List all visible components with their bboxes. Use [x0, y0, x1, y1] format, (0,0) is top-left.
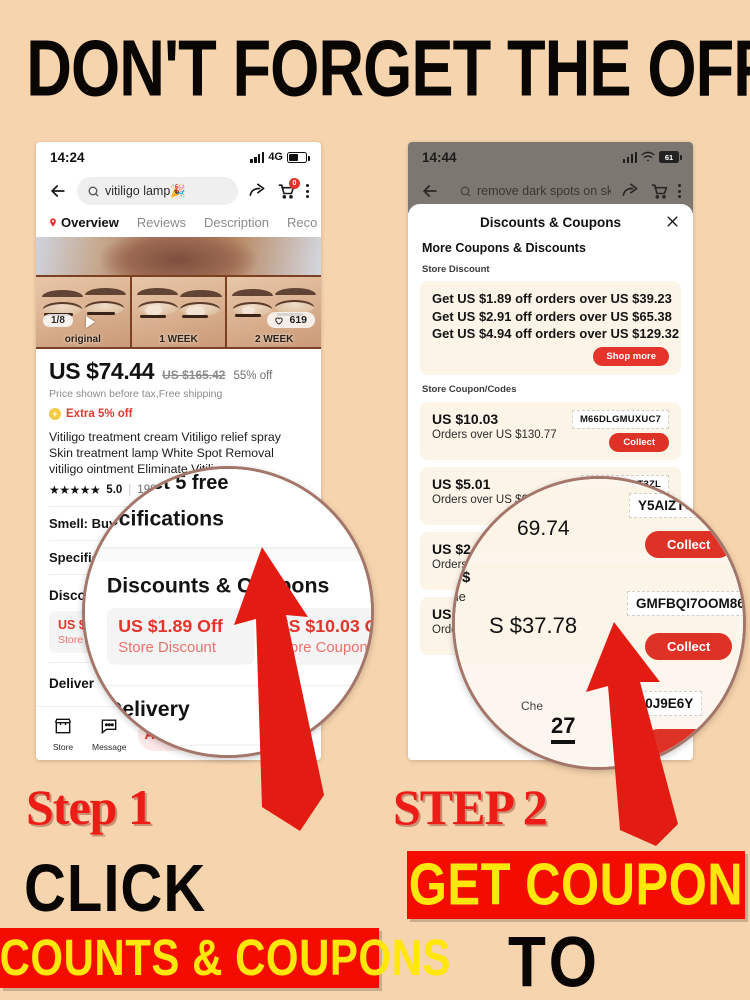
status-time: 14:24	[50, 149, 85, 165]
search-icon	[88, 186, 99, 196]
current-price: US $74.44	[49, 358, 155, 384]
store-discount-label: Store Discount	[422, 264, 490, 275]
step2-arrow-icon	[586, 622, 678, 846]
sheet-subtitle: More Coupons & Discounts	[422, 241, 586, 255]
price-note: Price shown before tax,Free shipping	[49, 388, 223, 400]
magnified-coupon-amount: US $2.01	[455, 495, 500, 512]
tab-overview-label: Overview	[61, 215, 119, 230]
product-gallery[interactable]: 1/8 original 1 WEEK 619 2 WEEK	[36, 237, 321, 349]
battery-icon: 61	[659, 151, 682, 163]
tab-overview[interactable]: Overview	[48, 215, 119, 230]
magnified-coupon-condition: Orders ov	[452, 515, 495, 530]
step2-action: TO BUY	[508, 923, 601, 1000]
coin-icon: +	[49, 408, 61, 420]
heart-icon	[275, 317, 284, 325]
poster-root: DON'T FORGET THE OFFERS 14:24 4G vitilig…	[0, 0, 750, 1000]
step2-label: STEP 2	[393, 779, 548, 835]
store-label: Store	[52, 741, 74, 752]
gallery-counter: 1/8	[43, 314, 73, 327]
step1-banner-label: DISCOUNTS & COUPONS	[0, 928, 451, 987]
magnified-coupon-code[interactable]: Y5AIZTOOT3ZL	[629, 493, 743, 518]
store-discount-line: Get US $2.91 off orders over US $65.38	[432, 308, 672, 324]
coupon-row: US $10.03 Orders over US $130.77 M66DLGM…	[420, 401, 681, 460]
search-icon	[460, 186, 471, 196]
magnified-coupon-condition-tail: 69.74	[517, 517, 570, 540]
store-discount-card: Get US $1.89 off orders over US $39.23 G…	[420, 281, 681, 375]
cart-icon[interactable]	[649, 181, 669, 201]
magnified-delivery-title: Delivery	[106, 697, 190, 722]
shop-more-button[interactable]: Shop more	[593, 346, 669, 366]
step1-banner: DISCOUNTS & COUPONS	[0, 928, 450, 988]
tab-reviews[interactable]: Reviews	[137, 215, 186, 230]
kebab-menu-icon[interactable]	[305, 184, 309, 198]
original-price: US $165.42	[162, 368, 226, 382]
signal-icon	[622, 151, 637, 163]
step1-action: CLICK	[24, 851, 207, 926]
share-icon[interactable]	[620, 181, 640, 201]
battery-icon	[287, 151, 310, 163]
status-bar: 14:44 61	[408, 142, 693, 172]
gallery-cell-label: original	[64, 334, 101, 345]
signal-icon	[250, 151, 265, 163]
play-icon[interactable]	[86, 316, 95, 328]
magnified-collect-button[interactable]: Collect	[645, 531, 733, 558]
coupon-code[interactable]: M66DLGMUXUC7	[571, 409, 669, 429]
search-input[interactable]: vitiligo lamp🎉	[77, 177, 238, 205]
network-type-label: 4G	[268, 151, 283, 163]
extra-off-badge: + Extra 5% off	[36, 400, 321, 420]
step2-banner: GET COUPON	[407, 851, 745, 919]
store-button[interactable]: Store	[46, 716, 80, 752]
search-input-value: vitiligo lamp🎉	[105, 183, 186, 198]
store-discount-line: Get US $4.94 off orders over US $129.32	[432, 326, 680, 341]
gallery-cell-label: 2 WEEK	[255, 334, 294, 345]
gallery-cell-label: 1 WEEK	[159, 334, 198, 345]
store-icon	[54, 718, 72, 733]
step1-arrow-icon	[234, 547, 324, 831]
back-arrow-icon[interactable]	[48, 181, 68, 201]
search-input[interactable]: remove dark spots on skin	[449, 177, 611, 205]
sheet-title: Discounts & Coupons	[480, 215, 621, 230]
discount-percent: 55% off	[233, 370, 273, 382]
step2-banner-label: GET COUPON	[408, 852, 744, 918]
tab-recommend[interactable]: Reco	[287, 215, 317, 230]
nav-bar: vitiligo lamp🎉 0	[36, 172, 321, 213]
back-arrow-icon[interactable]	[420, 181, 440, 201]
location-pin-icon	[50, 218, 56, 227]
magnified-coupon-condition: Orde	[452, 589, 466, 604]
like-count[interactable]: 619	[267, 312, 316, 328]
kebab-menu-icon[interactable]	[677, 184, 681, 198]
gallery-cell[interactable]: 619 2 WEEK	[227, 277, 321, 347]
gallery-hero-image	[36, 237, 321, 275]
tab-description[interactable]: Description	[204, 215, 269, 230]
collect-button[interactable]: Collect	[609, 432, 669, 452]
gallery-cell[interactable]: 1/8 original	[36, 277, 132, 347]
search-input-value: remove dark spots on skin	[477, 184, 611, 198]
close-icon[interactable]	[665, 214, 680, 229]
magnified-specifications: ecifications	[106, 507, 225, 532]
magnified-coupon-amount: US $	[455, 569, 471, 586]
like-count-value: 619	[289, 314, 308, 326]
cart-icon[interactable]: 0	[276, 178, 300, 201]
cart-badge: 0	[289, 178, 300, 189]
gallery-cell[interactable]: 1 WEEK	[131, 277, 228, 347]
store-coupon-label: Store Coupon/Codes	[422, 383, 517, 395]
share-icon[interactable]	[247, 181, 267, 201]
magnified-checkout-label: Che	[521, 699, 544, 713]
page-title: DON'T FORGET THE OFFERS	[26, 23, 750, 114]
tab-bar: Overview Reviews Description Reco	[36, 213, 321, 237]
price-row: US $74.44 US $165.42 55% off	[36, 349, 321, 385]
status-bar: 14:24 4G	[36, 142, 321, 172]
magnified-coupon-code[interactable]: GMFBQI7OOM86	[627, 591, 743, 616]
magnified-promo-line: y 5 get 5 free	[106, 470, 229, 494]
step1-label: Step 1	[26, 779, 153, 835]
wifi-icon	[641, 151, 655, 162]
store-discount-line: Get US $1.89 off orders over US $39.23	[432, 291, 672, 306]
extra-off-label: Extra 5% off	[66, 408, 133, 420]
status-time: 14:44	[422, 149, 457, 165]
